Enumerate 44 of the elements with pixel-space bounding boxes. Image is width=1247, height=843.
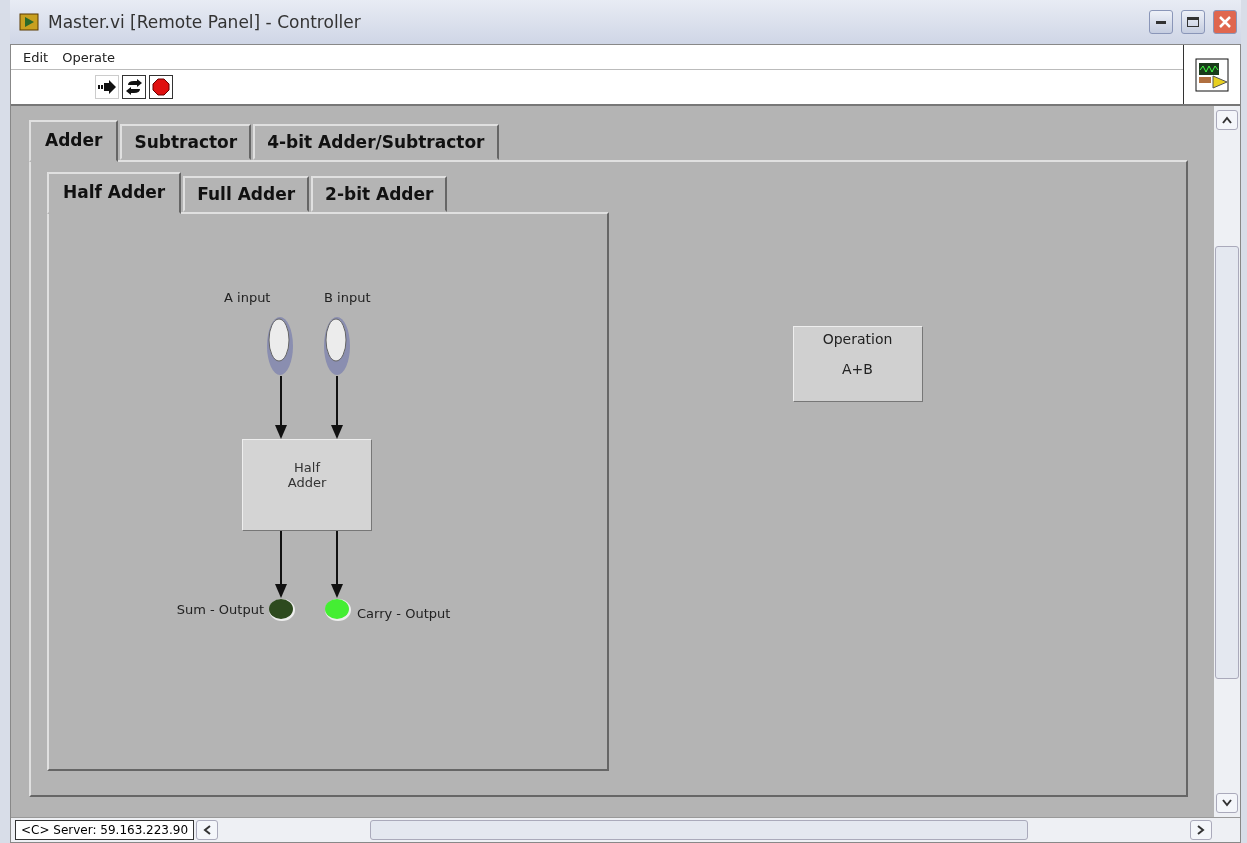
run-button[interactable]: [95, 75, 119, 99]
minimize-icon: [1156, 20, 1166, 24]
chevron-down-icon: [1222, 799, 1232, 807]
chevron-right-icon: [1197, 825, 1205, 835]
window-title: Master.vi [Remote Panel] - Controller: [48, 12, 362, 32]
operation-value: A+B: [842, 361, 873, 377]
tab[interactable]: Adder: [29, 120, 119, 162]
abort-button[interactable]: [149, 75, 173, 99]
tab[interactable]: Subtractor: [120, 124, 252, 160]
app-icon: [18, 13, 40, 31]
menu-item[interactable]: Edit: [23, 49, 49, 65]
arrow: [331, 531, 343, 598]
toggle-switch[interactable]: [266, 316, 294, 376]
maximize-button[interactable]: [1181, 10, 1205, 34]
scroll-right-button[interactable]: [1190, 820, 1212, 840]
arrow: [331, 376, 343, 439]
scroll-down-button[interactable]: [1216, 793, 1238, 813]
led-label: Sum - Output: [176, 602, 264, 617]
server-status: <C> Server: 59.163.223.90: [15, 820, 195, 840]
operation-title: Operation: [822, 331, 893, 347]
switch-label: B input: [324, 290, 371, 305]
scroll-left-button[interactable]: [196, 820, 219, 840]
scrollbar-thumb[interactable]: [370, 820, 1028, 840]
menu-item[interactable]: Operate: [62, 49, 116, 65]
block-label: Half Adder: [286, 460, 328, 490]
arrow: [275, 531, 287, 598]
chevron-up-icon: [1222, 116, 1232, 124]
close-button[interactable]: [1213, 10, 1237, 34]
tab[interactable]: Half Adder: [47, 172, 182, 214]
switch-label: A input: [224, 290, 271, 305]
minimize-button[interactable]: [1149, 10, 1173, 34]
run-continuously-button[interactable]: [122, 75, 146, 99]
close-icon: [1219, 16, 1231, 28]
scroll-up-button[interactable]: [1216, 110, 1238, 130]
chevron-left-icon: [203, 825, 212, 835]
led-label: Carry - Output: [357, 606, 451, 621]
scrollbar-thumb[interactable]: [1215, 246, 1239, 679]
tab[interactable]: 4-bit Adder/Subtractor: [253, 124, 499, 160]
maximize-icon: [1187, 17, 1199, 27]
tab[interactable]: 2-bit Adder: [311, 176, 448, 212]
tab[interactable]: Full Adder: [183, 176, 310, 212]
vi-icon: [1195, 57, 1229, 92]
toggle-switch[interactable]: [323, 316, 351, 376]
arrow: [275, 376, 287, 439]
